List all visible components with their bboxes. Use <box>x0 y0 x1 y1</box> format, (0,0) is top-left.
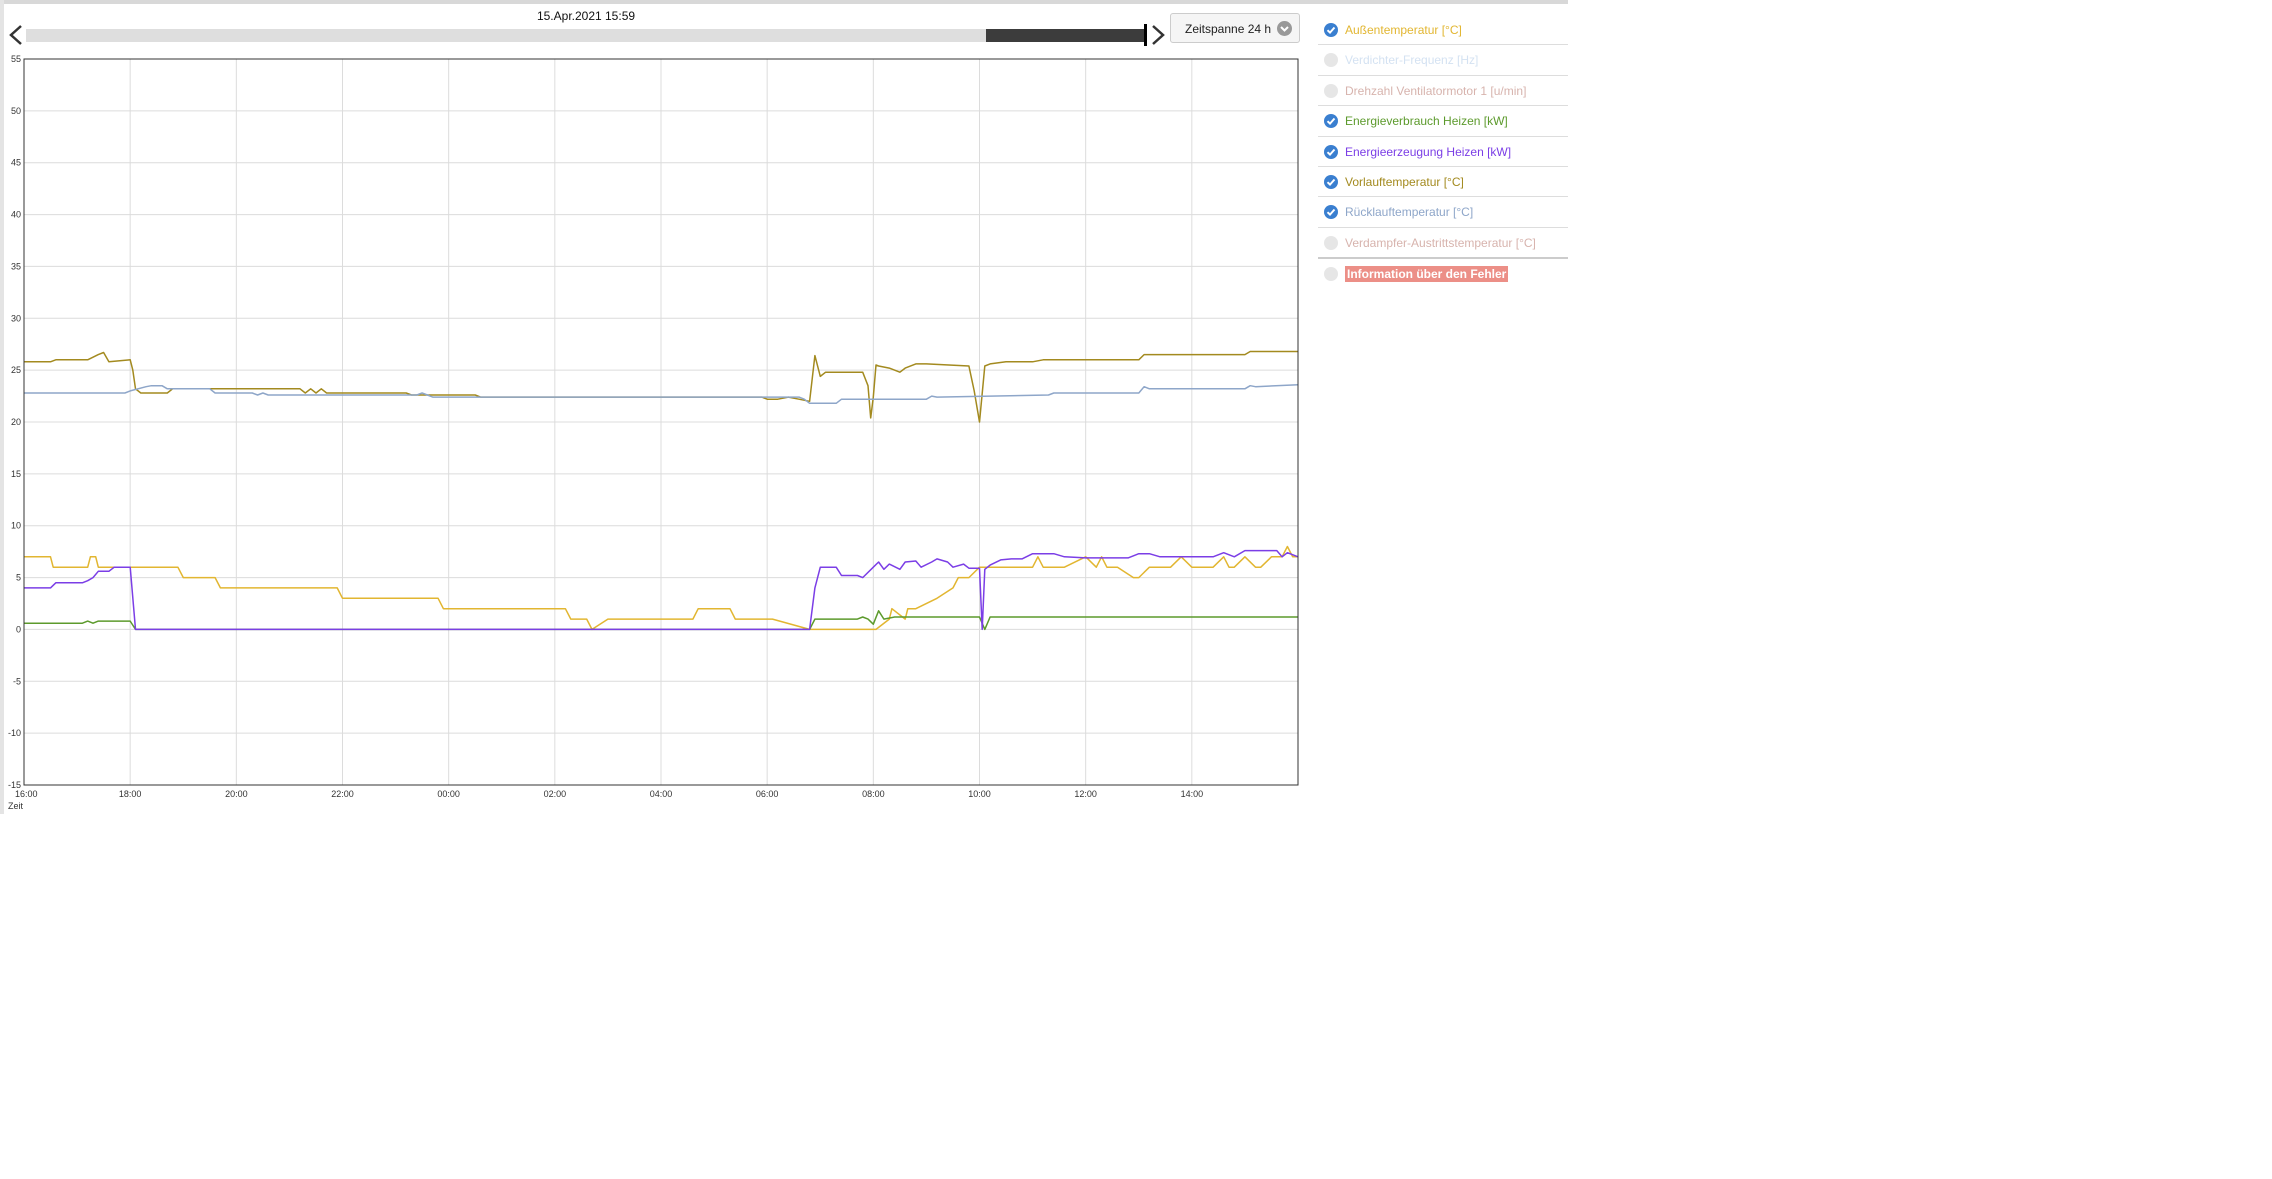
y-tick-label: 20 <box>11 417 21 427</box>
legend-label: Verdampfer-Austrittstemperatur [°C] <box>1345 235 1536 250</box>
y-tick-label: 40 <box>11 210 21 220</box>
legend-item[interactable]: Verdampfer-Austrittstemperatur [°C] <box>1318 228 1568 260</box>
legend-item[interactable]: Energieverbrauch Heizen [kW] <box>1318 106 1568 137</box>
legend-label: Außentemperatur [°C] <box>1345 23 1462 37</box>
y-tick-label: 5 <box>16 573 21 583</box>
y-tick-label: -5 <box>13 676 21 686</box>
legend-item[interactable]: Außentemperatur [°C] <box>1318 15 1568 46</box>
legend-item[interactable]: Drehzahl Ventilatormotor 1 [u/min] <box>1318 76 1568 107</box>
checked-circle-icon[interactable] <box>1324 144 1338 159</box>
x-tick-label: 02:00 <box>544 789 567 799</box>
y-tick-label: 30 <box>11 313 21 323</box>
unchecked-circle-icon[interactable] <box>1324 267 1338 282</box>
legend-item[interactable]: Information über den Fehler <box>1318 259 1568 288</box>
legend-item[interactable]: Verdichter-Frequenz [Hz] <box>1318 45 1568 76</box>
x-tick-label: 12:00 <box>1074 789 1097 799</box>
checked-circle-icon[interactable] <box>1324 205 1338 220</box>
x-tick-label: 16:00 <box>15 789 38 799</box>
y-tick-label: 55 <box>11 54 21 64</box>
unchecked-circle-icon[interactable] <box>1324 53 1338 68</box>
y-tick-label: 10 <box>11 521 21 531</box>
legend-label: Rücklauftemperatur [°C] <box>1345 205 1474 220</box>
x-tick-label: 10:00 <box>968 789 991 799</box>
legend-label: Verdichter-Frequenz [Hz] <box>1345 53 1479 68</box>
x-tick-label: 18:00 <box>119 789 142 799</box>
x-tick-label: 04:00 <box>650 789 673 799</box>
x-tick-label: 14:00 <box>1181 789 1204 799</box>
x-tick-label: 20:00 <box>225 789 248 799</box>
legend: Außentemperatur [°C] Verdichter-Frequenz … <box>1318 15 1568 289</box>
legend-item[interactable]: Rücklauftemperatur [°C] <box>1318 197 1568 228</box>
y-tick-label: 50 <box>11 106 21 116</box>
legend-item[interactable]: Energieerzeugung Heizen [kW] <box>1318 137 1568 167</box>
checked-circle-icon[interactable] <box>1324 114 1338 129</box>
y-tick-label: 35 <box>11 261 21 271</box>
line-chart: -15-10-5051015202530354045505516:00 18:00… <box>8 54 1299 811</box>
y-tick-label: 15 <box>11 469 21 479</box>
legend-label: Energieverbrauch Heizen [kW] <box>1345 114 1508 129</box>
y-tick-label: 0 <box>16 624 21 634</box>
y-tick-label: -10 <box>8 728 21 738</box>
checked-circle-icon[interactable] <box>1324 23 1338 37</box>
x-tick-label: 06:00 <box>756 789 779 799</box>
legend-label: Information über den Fehler <box>1345 266 1509 283</box>
x-tick-label: 00:00 <box>437 789 460 799</box>
unchecked-circle-icon[interactable] <box>1324 235 1338 250</box>
x-tick-label: 22:00 <box>331 789 354 799</box>
legend-label: Drehzahl Ventilatormotor 1 [u/min] <box>1345 83 1527 98</box>
unchecked-circle-icon[interactable] <box>1324 83 1338 98</box>
legend-item[interactable]: Vorlauftemperatur [°C] <box>1318 167 1568 198</box>
legend-label: Energieerzeugung Heizen [kW] <box>1345 144 1512 159</box>
x-axis-label: Zeit <box>8 801 24 811</box>
x-tick-label: 08:00 <box>862 789 885 799</box>
checked-circle-icon[interactable] <box>1324 174 1338 189</box>
y-tick-label: 45 <box>11 158 21 168</box>
y-tick-label: 25 <box>11 365 21 375</box>
legend-label: Vorlauftemperatur [°C] <box>1345 174 1464 189</box>
